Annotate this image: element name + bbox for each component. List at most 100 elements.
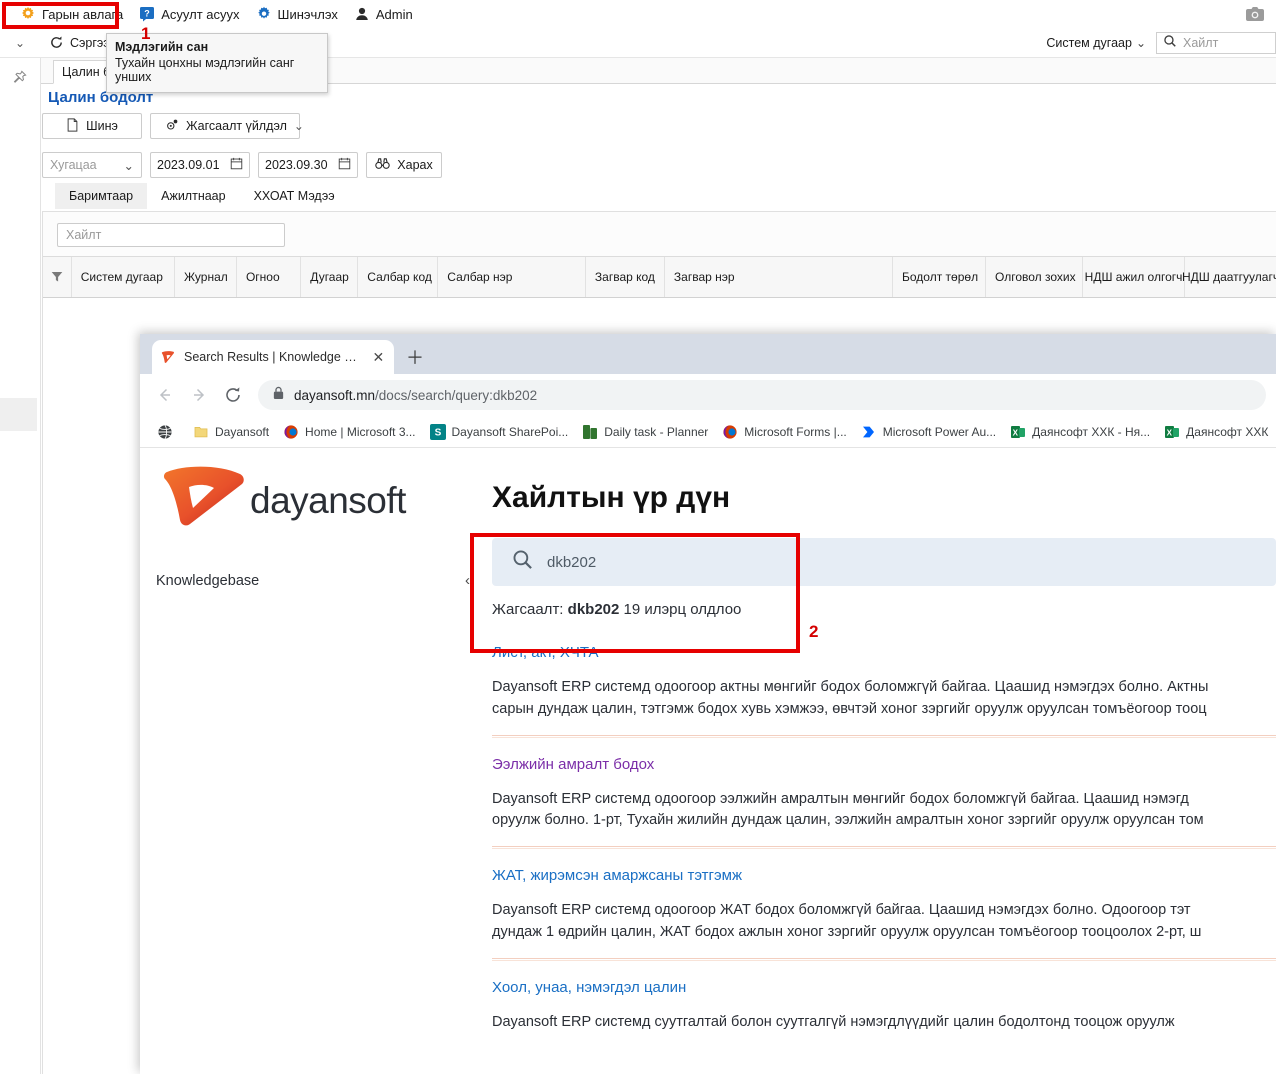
bookmark-item[interactable]: Home | Microsoft 3... — [276, 421, 422, 443]
reload-icon[interactable] — [218, 380, 248, 410]
menu-item-asuult-asuuh[interactable]: ? Асуулт асуух — [131, 3, 247, 25]
subtab-barimtaar[interactable]: Баримтаар — [55, 183, 148, 209]
erp-ribbon-search-area: Систем дугаар ⌄ Хайлт — [1046, 28, 1276, 58]
chevron-down-icon[interactable]: ⌄ — [1136, 36, 1146, 50]
result-title-link[interactable]: ЖАТ, жирэмсэн амаржсаны тэтгэмж — [492, 867, 1276, 884]
result-snippet-line: сарын дундаж цалин, тэтгэмж бодох хувь х… — [492, 700, 1207, 717]
svg-text:X: X — [1013, 428, 1019, 437]
menu-item-garyn-avlaga[interactable]: Гарын авлага — [12, 3, 131, 25]
result-snippet-line: дундаж 1 өдрийн цалин, ЖАТ бодох ажлын х… — [492, 923, 1202, 940]
period-select[interactable]: Хугацаа ⌄ — [42, 152, 142, 178]
new-tab-button[interactable]: ＋ — [402, 345, 428, 369]
bookmark-label: Dayansoft — [215, 424, 270, 439]
count-prefix: Жагсаалт: — [492, 601, 564, 618]
erp-subtabs: Баримтаар Ажилтнаар ХХОАТ Мэдээ — [55, 183, 349, 209]
kb-main-content: Хайлтын үр дүн dkb202 Жагсаалт: dkb202 1… — [492, 448, 1276, 1074]
grid-search-input[interactable]: Хайлт — [57, 223, 285, 247]
list-action-button[interactable]: Жагсаалт үйлдэл ⌄ — [150, 113, 304, 139]
arrow-right-icon[interactable] — [184, 380, 214, 410]
search-result-item: Ээлжийн амралт бодох Dayansoft ERP систе… — [492, 756, 1276, 860]
bookmark-item[interactable] — [150, 421, 186, 443]
count-suffix: 19 илэрц олдлоо — [623, 601, 742, 618]
bookmark-item[interactable]: X Даянсофт ХХК - Ня... — [1003, 421, 1157, 443]
camera-icon[interactable] — [1242, 3, 1268, 25]
bookmark-label: Даянсофт ХХК - Ня... — [1032, 424, 1151, 439]
menu-item-shinechleh[interactable]: Шинэчлэх — [248, 3, 346, 25]
calendar-icon[interactable] — [230, 157, 243, 173]
bookmark-item[interactable]: Microsoft Forms |... — [715, 421, 853, 443]
column-header[interactable]: НДШ ажил олгогч — [1082, 257, 1184, 297]
tooltip-body: Тухайн цонхны мэдлэгийн санг унших — [115, 56, 295, 84]
pin-icon[interactable] — [12, 70, 27, 90]
bookmark-label: Dayansoft SharePoi... — [451, 424, 569, 439]
browser-tab-title: Search Results | Knowledge Base — [184, 350, 363, 364]
bookmark-item[interactable]: X Даянсофт ХХК — [1157, 421, 1275, 443]
column-header[interactable]: Дугаар — [300, 257, 357, 297]
chevron-down-icon[interactable]: ⌄ — [0, 36, 40, 50]
column-header[interactable]: Салбар код — [357, 257, 437, 297]
bookmark-label: Microsoft Power Au... — [882, 424, 997, 439]
chevron-left-icon[interactable]: ‹ — [465, 572, 476, 589]
menu-label: Гарын авлага — [42, 6, 124, 22]
address-bar[interactable]: dayansoft.mn/docs/search/query:dkb202 — [258, 380, 1266, 410]
kb-logo-word: dayansoft — [250, 479, 406, 521]
result-title-link[interactable]: Ээлжийн амралт бодох — [492, 756, 1276, 773]
search-results-title: Хайлтын үр дүн — [492, 481, 731, 514]
subtab-hhoat-medee[interactable]: ХХОАТ Мэдээ — [240, 183, 349, 209]
subtab-ajiltnaar[interactable]: Ажилтнаар — [147, 183, 239, 209]
bookmark-item[interactable]: S Dayansoft SharePoi... — [423, 421, 576, 443]
erp-left-rail — [0, 58, 41, 1074]
column-header[interactable]: Бодолт төрөл — [892, 257, 985, 297]
result-title-link[interactable]: Хоол, унаа, нэмэгдэл цалин — [492, 979, 1276, 996]
result-snippet-line: Dayansoft ERP системд одоогоор ээлжийн а… — [492, 790, 1189, 807]
column-header[interactable]: Загвар нэр — [663, 257, 892, 297]
kb-search-input[interactable]: dkb202 — [492, 538, 1276, 586]
gear-icon — [256, 6, 272, 22]
result-divider — [492, 957, 1276, 961]
new-button[interactable]: Шинэ — [42, 113, 142, 139]
bookmark-item[interactable]: Daily task - Planner — [575, 421, 715, 443]
column-header[interactable]: НДШ даатгуулагч — [1182, 257, 1276, 297]
search-input[interactable]: Хайлт — [1156, 32, 1276, 54]
calendar-icon[interactable] — [338, 157, 351, 173]
column-header[interactable]: Загвар код — [584, 257, 664, 297]
search-results-list: Лист, акт, ХЧТА Dayansoft ERP системд од… — [492, 644, 1276, 1051]
sun-gear-icon — [20, 6, 36, 22]
document-icon — [66, 117, 79, 135]
filter-field-label[interactable]: Систем дугаар — [1046, 36, 1132, 50]
arrow-left-icon[interactable] — [150, 380, 180, 410]
column-header[interactable]: Огноо — [235, 257, 300, 297]
list-action-label: Жагсаалт үйлдэл — [186, 119, 287, 133]
bookmark-item[interactable]: Dayansoft — [186, 421, 276, 443]
result-title-link[interactable]: Лист, акт, ХЧТА — [492, 644, 1276, 661]
excel-icon: X — [1010, 424, 1026, 440]
refresh-label: Сэргээ — [70, 35, 110, 50]
close-icon[interactable]: ✕ — [371, 349, 386, 366]
menu-label: Асуулт асуух — [161, 6, 240, 22]
kb-logo[interactable]: dayansoft — [156, 462, 406, 539]
filter-icon[interactable] — [43, 257, 71, 297]
erp-filter-row: Хугацаа ⌄ 2023.09.01 2023.09.30 Харах — [42, 152, 442, 178]
view-button-label: Харах — [397, 158, 433, 172]
menu-item-admin[interactable]: Admin — [346, 3, 421, 25]
bookmark-item[interactable]: Microsoft Power Au... — [854, 421, 1003, 443]
annotation-number-2: 2 — [809, 622, 819, 641]
count-query: dkb202 — [567, 601, 620, 618]
search-result-count: Жагсаалт: dkb202 19 илэрц олдлоо — [492, 601, 741, 618]
view-button[interactable]: Харах — [366, 152, 442, 178]
column-header[interactable]: Салбар нэр — [437, 257, 585, 297]
column-header[interactable]: Журнал — [173, 257, 236, 297]
office-icon — [283, 424, 299, 440]
column-header[interactable]: Олговол зохих — [985, 257, 1082, 297]
search-icon — [1163, 34, 1177, 53]
svg-text:?: ? — [145, 9, 151, 19]
browser-tab[interactable]: Search Results | Knowledge Base ✕ — [152, 340, 394, 374]
kb-nav-knowledgebase[interactable]: Knowledgebase ‹ — [156, 572, 476, 589]
lock-icon[interactable] — [272, 386, 285, 405]
office-icon — [722, 424, 738, 440]
date-from-input[interactable]: 2023.09.01 — [150, 152, 250, 178]
bookmark-label: Daily task - Planner — [604, 424, 709, 439]
search-result-item: Лист, акт, ХЧТА Dayansoft ERP системд од… — [492, 644, 1276, 748]
column-header[interactable]: Систем дугаар — [70, 257, 174, 297]
date-to-input[interactable]: 2023.09.30 — [258, 152, 358, 178]
